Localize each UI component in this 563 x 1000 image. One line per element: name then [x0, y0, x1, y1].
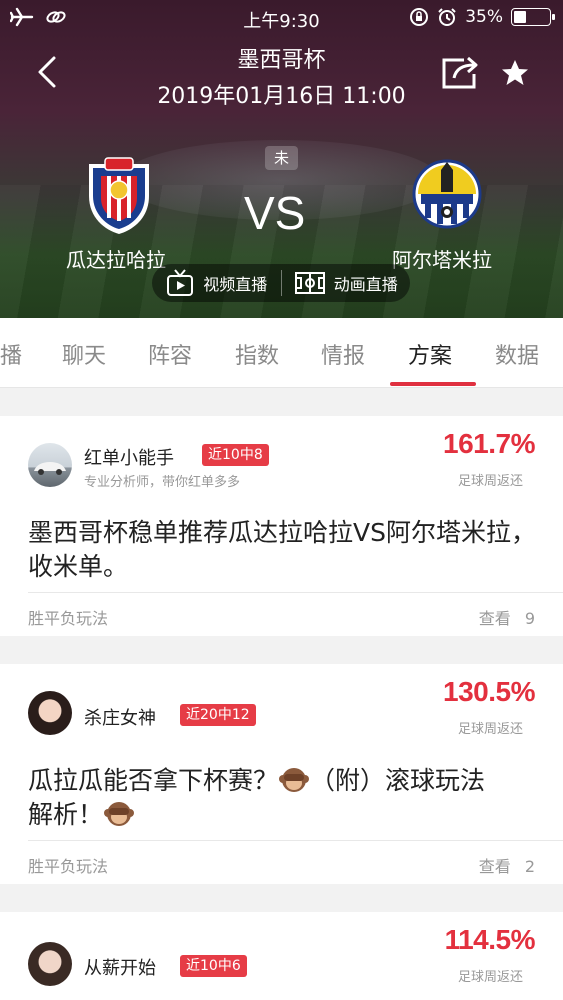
hit-rate-badge: 近10中6: [180, 955, 247, 977]
pitch-icon: [294, 272, 325, 294]
tab-lineup[interactable]: 阵容: [148, 338, 192, 370]
car-avatar-icon: [34, 462, 66, 475]
divider: [28, 840, 563, 841]
tab-stats[interactable]: 数据: [495, 338, 539, 370]
return-rate: 130.5%: [443, 676, 535, 707]
rotation-lock-icon: [410, 8, 429, 26]
video-live-label: 视频直播: [203, 275, 268, 294]
avatar[interactable]: [28, 691, 72, 735]
section-tabs: 播 聊天 阵容 指数 情报 方案 数据: [0, 318, 563, 388]
battery-icon: [511, 8, 555, 26]
plan-card[interactable]: 从薪开始 近10中6 114.5% 足球周返还: [0, 912, 563, 1000]
avatar[interactable]: [28, 942, 72, 986]
away-team-logo-icon[interactable]: [411, 156, 483, 236]
tab-chat[interactable]: 聊天: [62, 338, 106, 370]
live-options: 视频直播 动画直播: [152, 264, 410, 302]
hit-rate-badge: 近10中8: [202, 444, 269, 466]
active-tab-indicator: [390, 382, 476, 386]
video-live-button[interactable]: 视频直播: [152, 264, 281, 302]
view-number: 9: [524, 609, 535, 628]
return-rate: 161.7%: [443, 428, 535, 459]
see-no-evil-monkey-icon: [104, 802, 135, 826]
play-type: 胜平负玩法: [28, 857, 109, 876]
tab-plans[interactable]: 方案: [408, 338, 452, 370]
return-rate: 114.5%: [444, 924, 536, 955]
battery-percent: 35%: [465, 7, 503, 27]
animation-live-label: 动画直播: [333, 275, 398, 294]
view-count: 查看 2: [479, 853, 535, 877]
tv-icon: [167, 269, 194, 296]
plan-card[interactable]: 杀庄女神 近20中12 130.5% 足球周返还 瓜拉瓜能否拿下杯赛？ （附）滚球…: [0, 664, 563, 884]
tab-odds[interactable]: 指数: [235, 338, 279, 370]
view-label: 查看: [478, 857, 511, 876]
plan-title[interactable]: 墨西哥杯稳单推荐瓜达拉哈拉VS阿尔塔米拉，收米单。: [28, 516, 538, 584]
match-status-badge: 未: [265, 146, 298, 170]
alarm-icon: [438, 8, 456, 26]
see-no-evil-monkey-icon: [279, 768, 310, 792]
tab-intel[interactable]: 情报: [321, 338, 365, 370]
tab-live[interactable]: 播: [0, 338, 22, 370]
match-header: 上午9:30 35% 墨西哥杯 2019年01月16日 11:00 未 VS 瓜…: [0, 0, 563, 318]
view-number: 2: [524, 857, 535, 876]
return-rate-label: 足球周返还: [457, 970, 523, 985]
status-bar: 上午9:30 35%: [0, 0, 563, 36]
animation-live-button[interactable]: 动画直播: [282, 264, 411, 302]
hit-rate-badge: 近20中12: [180, 704, 256, 726]
author-name[interactable]: 红单小能手: [84, 444, 174, 470]
author-name[interactable]: 杀庄女神: [84, 704, 156, 730]
home-team-name[interactable]: 瓜达拉哈拉: [66, 244, 166, 273]
plan-card[interactable]: 红单小能手 近10中8 专业分析师，带你红单多多 161.7% 足球周返还 墨西…: [0, 416, 563, 636]
favorite-star-icon[interactable]: [500, 58, 530, 88]
author-name[interactable]: 从薪开始: [84, 954, 156, 980]
return-rate-label: 足球周返还: [457, 722, 523, 737]
share-icon[interactable]: [440, 54, 480, 90]
play-type: 胜平负玩法: [28, 609, 109, 628]
view-count: 查看 9: [479, 605, 535, 629]
home-team-logo-icon[interactable]: [83, 156, 155, 236]
plan-title[interactable]: 瓜拉瓜能否拿下杯赛？ （附）滚球玩法 解析！: [28, 764, 538, 832]
return-rate-label: 足球周返还: [457, 474, 523, 489]
vs-label: VS: [244, 187, 306, 239]
author-description: 专业分析师，带你红单多多: [84, 475, 241, 490]
avatar[interactable]: [28, 443, 72, 487]
view-label: 查看: [478, 609, 511, 628]
divider: [28, 592, 563, 593]
